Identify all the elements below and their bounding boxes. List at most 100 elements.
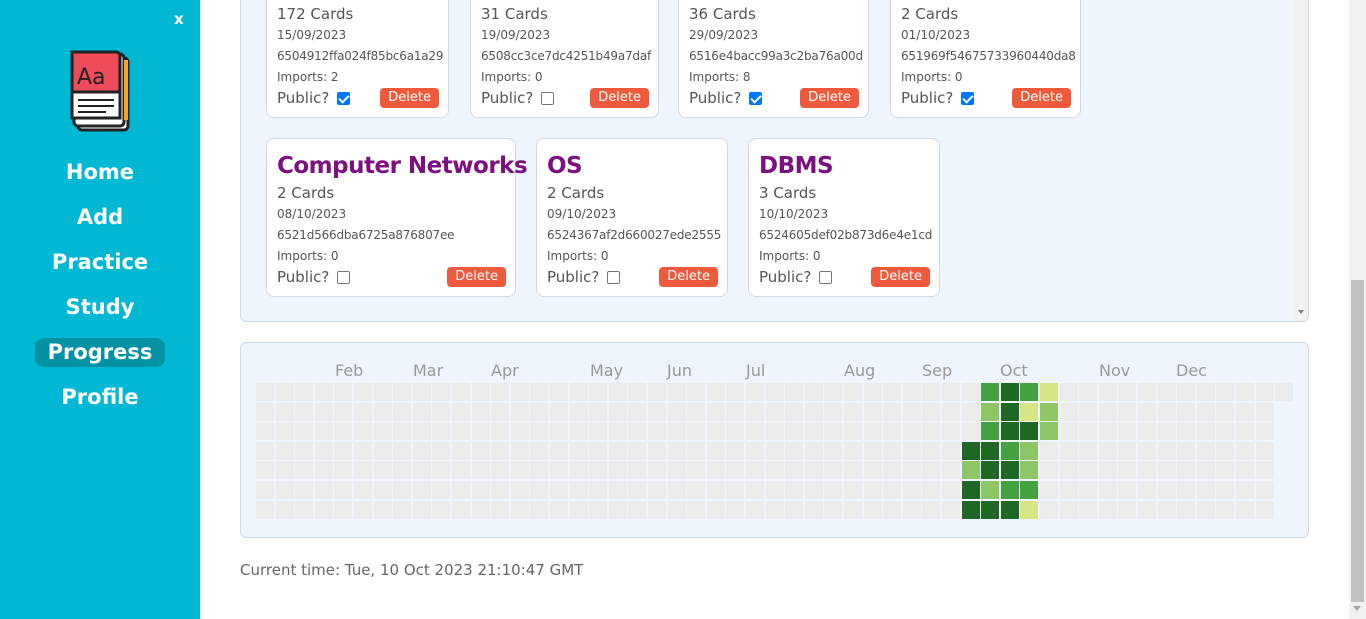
heatmap-cell bbox=[334, 402, 353, 421]
heatmap-cell bbox=[1040, 402, 1058, 421]
heatmap-cell bbox=[569, 402, 588, 421]
public-checkbox[interactable] bbox=[819, 270, 833, 284]
heatmap-cell bbox=[373, 383, 392, 401]
heatmap-cell bbox=[491, 500, 510, 519]
heatmap-cell bbox=[844, 461, 862, 480]
month-label: Dec bbox=[1176, 361, 1207, 380]
public-checkbox[interactable] bbox=[749, 91, 763, 105]
deck-card: DBMS 3 Cards 10/10/2023 6524605def02b873… bbox=[748, 138, 940, 297]
delete-button[interactable]: Delete bbox=[380, 88, 439, 108]
heatmap-cell bbox=[942, 500, 960, 519]
heatmap-cell bbox=[687, 441, 706, 460]
heatmap-cell bbox=[471, 481, 490, 499]
sidebar: x Aa Home Add Practice Study Progress Pr… bbox=[0, 0, 200, 619]
heatmap-cell bbox=[510, 402, 529, 421]
heatmap-cell bbox=[1040, 461, 1058, 480]
nav-item-home[interactable]: Home bbox=[35, 158, 165, 187]
delete-button[interactable]: Delete bbox=[659, 267, 718, 287]
heatmap-cell bbox=[1020, 461, 1039, 480]
heatmap-cell bbox=[922, 441, 941, 460]
deck-date: 29/09/2023 bbox=[689, 28, 759, 42]
heatmap-cell bbox=[569, 481, 588, 499]
heatmap-cell bbox=[373, 422, 392, 441]
heatmap-cell bbox=[1118, 481, 1137, 499]
heatmap-cell bbox=[432, 461, 451, 480]
heatmap-cell bbox=[1079, 461, 1098, 480]
public-checkbox[interactable] bbox=[607, 270, 621, 284]
heatmap-cell bbox=[942, 383, 960, 401]
heatmap-cell bbox=[824, 461, 843, 480]
heatmap-cell bbox=[550, 441, 568, 460]
public-checkbox[interactable] bbox=[541, 91, 555, 105]
heatmap-cell bbox=[1196, 500, 1215, 519]
deck-id: 651969f54675733960440da8 bbox=[901, 49, 1076, 63]
heatmap-cell bbox=[1138, 500, 1156, 519]
nav-item-practice[interactable]: Practice bbox=[35, 248, 165, 277]
heatmap-cell bbox=[1236, 422, 1254, 441]
heatmap-cell bbox=[1138, 383, 1156, 401]
deck-title[interactable]: Computer Networks bbox=[277, 153, 528, 179]
heatmap-cell bbox=[1236, 481, 1254, 499]
heatmap-cell bbox=[432, 441, 451, 460]
heatmap-cell bbox=[726, 422, 745, 441]
delete-button[interactable]: Delete bbox=[590, 88, 649, 108]
heatmap-cell bbox=[314, 383, 333, 401]
delete-button[interactable]: Delete bbox=[1012, 88, 1071, 108]
scroll-thumb[interactable] bbox=[1351, 280, 1364, 602]
page-scrollbar[interactable] bbox=[1349, 0, 1366, 619]
heatmap-cell bbox=[1177, 383, 1196, 401]
heatmap-cell bbox=[569, 383, 588, 401]
heatmap-cell bbox=[706, 422, 725, 441]
heatmap-cell bbox=[844, 402, 862, 421]
heatmap-cell bbox=[1236, 402, 1254, 421]
decks-scrollbar[interactable] bbox=[1294, 0, 1308, 321]
delete-button[interactable]: Delete bbox=[800, 88, 859, 108]
heatmap-cell bbox=[432, 481, 451, 499]
nav-item-study[interactable]: Study bbox=[35, 293, 165, 322]
heatmap-cell bbox=[1118, 500, 1137, 519]
heatmap-cell bbox=[746, 422, 764, 441]
heatmap-cell bbox=[648, 383, 666, 401]
heatmap-cell bbox=[883, 402, 902, 421]
heatmap-cell bbox=[706, 461, 725, 480]
heatmap-cell bbox=[275, 500, 294, 519]
heatmap-cell bbox=[432, 383, 451, 401]
nav-item-add[interactable]: Add bbox=[35, 203, 165, 232]
heatmap-cell bbox=[824, 441, 843, 460]
heatmap-cell bbox=[981, 402, 1000, 421]
heatmap-cell bbox=[1196, 422, 1215, 441]
deck-title[interactable]: DBMS bbox=[759, 153, 834, 179]
heatmap-cell bbox=[746, 481, 764, 499]
heatmap-cell bbox=[510, 461, 529, 480]
deck-title[interactable]: OS bbox=[547, 153, 583, 179]
heatmap-cell bbox=[393, 500, 412, 519]
deck-imports: Imports: 0 bbox=[759, 249, 821, 263]
delete-button[interactable]: Delete bbox=[447, 267, 506, 287]
heatmap-cell bbox=[608, 383, 627, 401]
close-sidebar-button[interactable]: x bbox=[174, 10, 184, 28]
heatmap-cell bbox=[902, 383, 921, 401]
heatmap-cell bbox=[354, 383, 372, 401]
heatmap-cell bbox=[550, 481, 568, 499]
public-checkbox[interactable] bbox=[337, 270, 351, 284]
heatmap-cell bbox=[1079, 500, 1098, 519]
heatmap-cell bbox=[295, 402, 314, 421]
delete-button[interactable]: Delete bbox=[871, 267, 930, 287]
heatmap-cell bbox=[452, 500, 470, 519]
scroll-down-arrow-icon[interactable] bbox=[1298, 310, 1304, 314]
public-checkbox[interactable] bbox=[961, 91, 975, 105]
heatmap-cell bbox=[589, 402, 608, 421]
heatmap-cell bbox=[256, 461, 274, 480]
public-checkbox[interactable] bbox=[337, 91, 351, 105]
heatmap-cell bbox=[687, 481, 706, 499]
scroll-down-arrow-icon[interactable] bbox=[1353, 606, 1361, 611]
heatmap-cell bbox=[393, 402, 412, 421]
nav-item-profile[interactable]: Profile bbox=[35, 383, 165, 412]
nav-item-progress[interactable]: Progress bbox=[35, 338, 165, 367]
heatmap-cell bbox=[1157, 481, 1176, 499]
heatmap-cell bbox=[961, 402, 980, 421]
deck-card-count: 2 Cards bbox=[547, 184, 605, 202]
heatmap-cell bbox=[765, 441, 784, 460]
heatmap-cell bbox=[1118, 422, 1137, 441]
heatmap-cell bbox=[961, 461, 980, 480]
